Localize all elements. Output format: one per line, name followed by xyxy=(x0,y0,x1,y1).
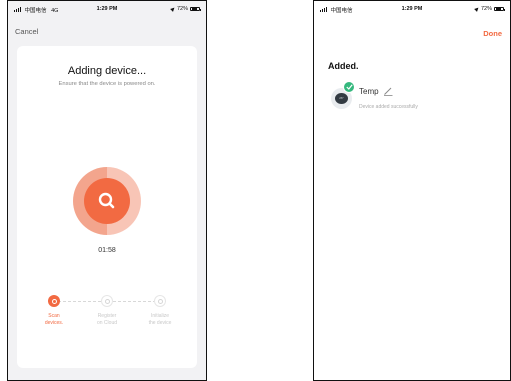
battery-icon xyxy=(190,6,201,12)
success-check-icon xyxy=(343,81,355,93)
added-heading: Added. xyxy=(328,61,359,71)
page-title: Adding device... xyxy=(67,65,147,77)
status-bar: 中国电信 1:29 PM 72% xyxy=(314,4,510,14)
done-button[interactable]: Done xyxy=(483,29,502,38)
battery-percent: 72% xyxy=(176,6,188,12)
page-subtitle: Ensure that the device is powered on. xyxy=(58,81,156,87)
step-scan-indicator xyxy=(48,295,60,307)
battery-percent: 72% xyxy=(480,6,492,12)
step-scan-label: Scan devices. xyxy=(44,313,64,326)
adding-device-screen: 中国电信 4G 1:29 PM 72% Cancel Adding device… xyxy=(7,0,207,381)
device-added-screen: 中国电信 1:29 PM 72% Done Added. 26° Temp De… xyxy=(313,0,511,381)
search-icon xyxy=(98,192,115,209)
scan-progress-ring xyxy=(73,167,141,235)
adding-device-card: Adding device... Ensure that the device … xyxy=(17,46,197,368)
countdown-timer: 01:58 xyxy=(98,247,116,254)
step-initialize-indicator xyxy=(154,295,166,307)
step-register-label: Register on Cloud xyxy=(96,313,117,326)
battery-icon xyxy=(494,6,505,12)
device-status-text: Device added successfully xyxy=(359,104,418,110)
edit-pencil-icon[interactable] xyxy=(383,86,393,96)
status-bar: 中国电信 4G 1:29 PM 72% xyxy=(8,4,206,14)
device-name[interactable]: Temp xyxy=(359,87,379,96)
step-register-indicator xyxy=(101,295,113,307)
device-thumbnail-text: 26° xyxy=(339,96,344,100)
location-icon xyxy=(170,6,176,12)
location-icon xyxy=(474,6,480,12)
scan-button xyxy=(84,178,130,224)
step-initialize-label: Initialize the device xyxy=(148,313,172,326)
cancel-button[interactable]: Cancel xyxy=(15,27,38,36)
